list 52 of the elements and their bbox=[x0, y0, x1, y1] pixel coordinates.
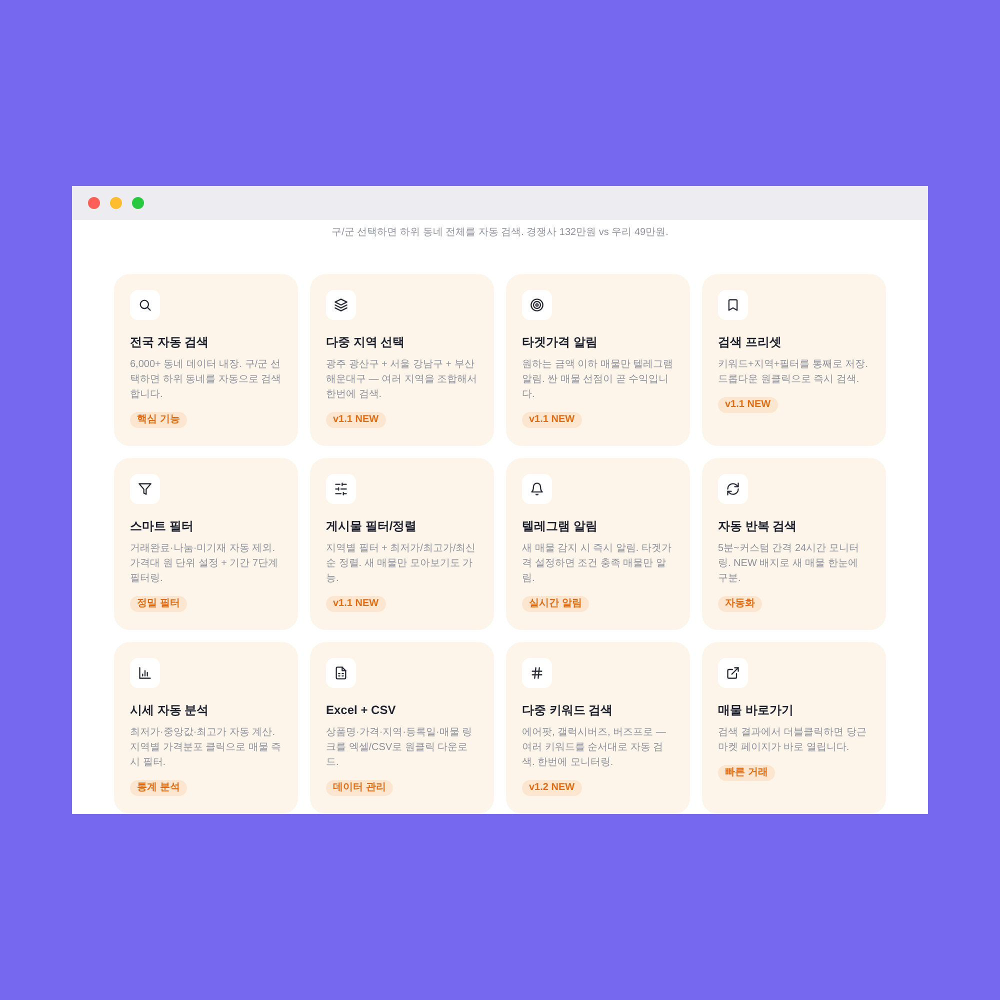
feature-tag: v1.1 NEW bbox=[718, 397, 778, 413]
zoom-button[interactable] bbox=[132, 197, 144, 209]
filter-icon bbox=[130, 474, 160, 504]
card-description: 키워드+지역+필터를 통째로 저장. 드롭다운 원클릭으로 즉시 검색. bbox=[718, 358, 870, 387]
feature-tag: v1.1 NEW bbox=[522, 412, 582, 428]
refresh-icon bbox=[718, 474, 748, 504]
layers-icon bbox=[326, 290, 356, 320]
card-description: 광주 광산구 + 서울 강남구 + 부산 해운대구 — 여러 지역을 조합해서 한번에 검색. bbox=[326, 358, 478, 402]
card-title: 타겟가격 알림 bbox=[522, 334, 598, 350]
card-title: Excel + CSV bbox=[326, 702, 396, 718]
search-icon bbox=[130, 290, 160, 320]
card-title: 다중 키워드 검색 bbox=[522, 702, 613, 718]
close-button[interactable] bbox=[88, 197, 100, 209]
target-icon bbox=[522, 290, 552, 320]
feature-tag: 자동화 bbox=[718, 596, 762, 612]
hash-icon bbox=[522, 658, 552, 688]
feature-tag: 정밀 필터 bbox=[130, 596, 187, 612]
spreadsheet-file-icon bbox=[326, 658, 356, 688]
card-description: 5분~커스텀 간격 24시간 모니터링. NEW 배지로 새 매물 한눈에 구분. bbox=[718, 542, 860, 586]
card-description: 최저가·중앙값·최고가 자동 계산. 지역별 가격분포 클릭으로 매물 즉시 필터. bbox=[130, 726, 282, 770]
card-title: 전국 자동 검색 bbox=[130, 334, 209, 350]
feature-tag: v1.2 NEW bbox=[522, 780, 582, 796]
feature-tag: 핵심 기능 bbox=[130, 412, 187, 428]
bookmark-icon bbox=[718, 290, 748, 320]
card-title: 텔레그램 알림 bbox=[522, 518, 598, 534]
feature-tag: 실시간 알림 bbox=[522, 596, 589, 612]
card-description: 새 매물 감지 시 즉시 알림. 타겟가격 설정하면 조건 충족 매물만 알림. bbox=[522, 542, 672, 586]
card-description: 상품명·가격·지역·등록일·매물 링크를 엑셀/CSV로 원클릭 다운로드. bbox=[326, 726, 474, 770]
feature-tag: 통계 분석 bbox=[130, 780, 187, 796]
card-description: 에어팟, 갤럭시버즈, 버즈프로 — 여러 키워드를 순서대로 자동 검색. 한번에 모니터링. bbox=[522, 726, 667, 770]
minimize-button[interactable] bbox=[110, 197, 122, 209]
feature-tag: v1.1 NEW bbox=[326, 596, 386, 612]
card-description: 원하는 금액 이하 매물만 텔레그램 알림. 싼 매물 선점이 곧 수익입니다. bbox=[522, 358, 674, 402]
card-title: 시세 자동 분석 bbox=[130, 702, 209, 718]
subtitle: 구/군 선택하면 하위 동네 전체를 자동 검색. 경쟁사 132만원 vs 우리 49만원. bbox=[332, 226, 668, 240]
sliders-icon bbox=[326, 474, 356, 504]
card-title: 검색 프리셋 bbox=[718, 334, 782, 350]
card-title: 자동 반복 검색 bbox=[718, 518, 797, 534]
feature-tag: 빠른 거래 bbox=[718, 765, 775, 781]
card-title: 매물 바로가기 bbox=[718, 702, 794, 718]
card-description: 6,000+ 동네 데이터 내장. 구/군 선택하면 하위 동네를 자동으로 검색합니다. bbox=[130, 358, 282, 402]
external-link-icon bbox=[718, 658, 748, 688]
bell-icon bbox=[522, 474, 552, 504]
card-title: 스마트 필터 bbox=[130, 518, 194, 534]
card-title: 다중 지역 선택 bbox=[326, 334, 405, 350]
feature-tag: 데이터 관리 bbox=[326, 780, 393, 796]
card-description: 지역별 필터 + 최저가/최고가/최신순 정렬. 새 매물만 모아보기도 가능. bbox=[326, 542, 477, 586]
card-title: 게시물 필터/정렬 bbox=[326, 518, 417, 534]
feature-tag: v1.1 NEW bbox=[326, 412, 386, 428]
card-description: 검색 결과에서 더블클릭하면 당근마켓 페이지가 바로 열립니다. bbox=[718, 726, 868, 755]
bar-chart-icon bbox=[130, 658, 160, 688]
card-description: 거래완료·나눔·미기재 자동 제외. 가격대 원 단위 설정 + 기간 7단계 필터링. bbox=[130, 542, 280, 586]
